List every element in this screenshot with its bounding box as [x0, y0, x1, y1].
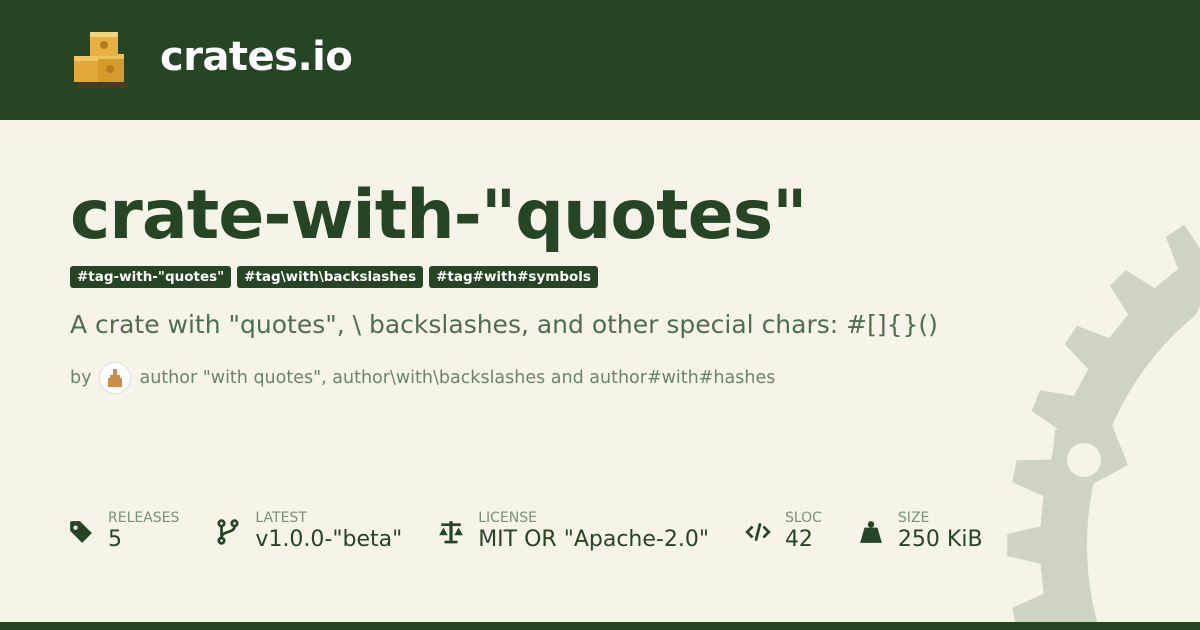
stat-label: SIZE — [897, 510, 930, 526]
author-line: by author "with quotes", author\with\bac… — [70, 362, 775, 394]
tag-list: #tag-with-"quotes" #tag\with\backslashes… — [70, 266, 598, 288]
branch-icon — [217, 519, 239, 545]
stat-value: v1.0.0-"beta" — [255, 527, 403, 552]
stat-label: SLOC — [784, 510, 822, 526]
brand-name[interactable]: crates.io — [160, 34, 353, 80]
stat-size: SIZE 250 KiB — [858, 510, 983, 552]
stat-value: MIT OR "Apache-2.0" — [478, 527, 709, 552]
stat-releases: RELEASES 5 — [68, 510, 179, 552]
stat-latest: LATEST v1.0.0-"beta" — [215, 510, 402, 552]
crate-description: A crate with "quotes", \ backslashes, an… — [70, 310, 938, 339]
crates-logo-icon[interactable] — [70, 24, 142, 96]
crate-title: crate-with-"quotes" — [70, 176, 808, 255]
stat-label: LICENSE — [478, 510, 537, 526]
tag-badge[interactable]: #tag#with#symbols — [429, 266, 598, 288]
footer-bar — [0, 622, 1200, 630]
scale-icon — [439, 521, 464, 544]
authors: author "with quotes", author\with\backsl… — [139, 368, 776, 388]
by-label: by — [70, 368, 92, 388]
tag-icon — [70, 521, 92, 543]
stat-value: 42 — [784, 527, 813, 552]
stat-sloc: SLOC 42 — [745, 510, 822, 552]
stat-value: 250 KiB — [897, 527, 983, 552]
stats-bar: RELEASES 5 LATEST v1.0.0-"beta" LICENSE MIT… — [68, 510, 1019, 552]
stat-label: LATEST — [255, 510, 307, 526]
gear-bolt-hole — [1067, 443, 1101, 477]
header: crates.io — [0, 0, 1200, 120]
code-icon — [745, 523, 771, 541]
tag-badge[interactable]: #tag\with\backslashes — [237, 266, 424, 288]
tag-badge[interactable]: #tag-with-"quotes" — [70, 266, 232, 288]
stat-license: LICENSE MIT OR "Apache-2.0" — [438, 510, 709, 552]
gear-ring — [1007, 167, 1200, 630]
author-avatar — [99, 362, 132, 394]
weight-icon — [860, 521, 882, 543]
stat-value: 5 — [108, 527, 122, 552]
stat-label: RELEASES — [108, 510, 180, 526]
